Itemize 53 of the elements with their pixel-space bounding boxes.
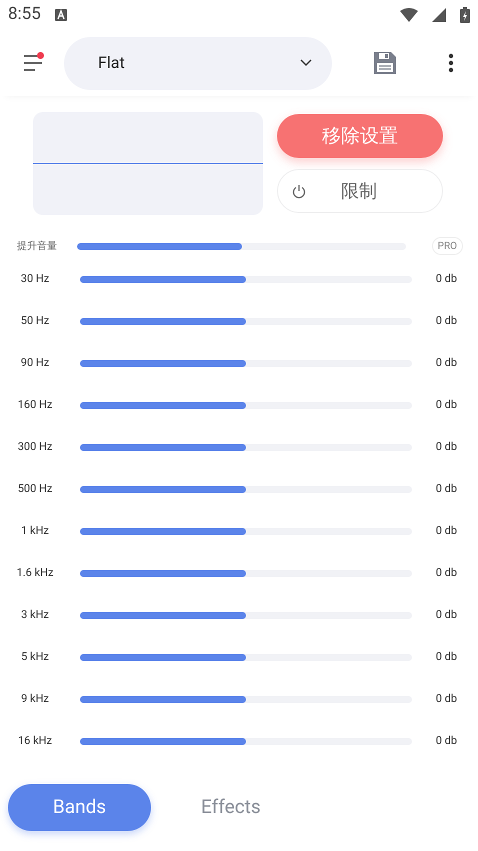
band-slider[interactable] <box>80 528 412 534</box>
band-slider[interactable] <box>80 738 412 744</box>
gain-reading: 0 db <box>436 438 457 455</box>
gain-reading: 0 db <box>436 690 457 707</box>
gain-reading: 0 db <box>436 396 457 413</box>
power-icon <box>292 184 306 198</box>
frequency-label: 30 Hz <box>20 270 50 287</box>
tab[interactable]: Effects <box>201 784 344 831</box>
gain-reading: 0 db <box>436 312 457 329</box>
signal-icon <box>432 8 446 22</box>
band-slider[interactable] <box>80 612 412 618</box>
band-slider[interactable] <box>80 276 412 282</box>
pro-badge: PRO <box>432 237 463 255</box>
limit-button[interactable]: 限制 <box>277 169 443 213</box>
frequency-label: 160 Hz <box>16 396 54 413</box>
status-time: 8:55 <box>8 3 41 26</box>
band-slider[interactable] <box>80 654 412 660</box>
gain-reading: 0 db <box>436 606 457 623</box>
band-slider[interactable] <box>80 318 412 324</box>
band-slider[interactable] <box>80 444 412 450</box>
tab[interactable]: Bands <box>8 784 151 831</box>
frequency-label: 300 Hz <box>16 438 54 455</box>
gain-reading: 0 db <box>436 480 457 497</box>
band-slider[interactable] <box>80 486 412 492</box>
frequency-label: 90 Hz <box>20 354 50 371</box>
more-icon[interactable] <box>448 53 454 73</box>
frequency-label: 1.6 kHz <box>16 564 54 581</box>
gain-reading: 0 db <box>436 564 457 581</box>
save-icon[interactable] <box>374 52 396 74</box>
frequency-label: 16 kHz <box>17 732 53 749</box>
frequency-label: 3 kHz <box>20 606 50 623</box>
band-slider[interactable] <box>80 570 412 576</box>
wifi-icon <box>400 8 418 22</box>
band-slider[interactable] <box>80 696 412 702</box>
frequency-label: 9 kHz <box>20 690 50 707</box>
band-slider[interactable] <box>80 402 412 408</box>
boost-label: 提升音量 <box>17 240 58 254</box>
notification-icon <box>54 9 67 21</box>
gain-reading: 0 db <box>436 270 457 287</box>
frequency-label: 1 kHz <box>20 522 50 539</box>
gain-reading: 0 db <box>436 354 457 371</box>
chevron-down-icon <box>300 59 312 67</box>
battery-icon <box>460 7 470 23</box>
gain-reading: 0 db <box>436 732 457 749</box>
frequency-label: 5 kHz <box>20 648 50 665</box>
boost-slider[interactable] <box>77 242 406 250</box>
frequency-label: 50 Hz <box>20 312 50 329</box>
reset-button[interactable]: 移除设置 <box>277 114 443 158</box>
gain-reading: 0 db <box>436 648 457 665</box>
frequency-label: 500 Hz <box>16 480 54 497</box>
preset-dropdown[interactable]: Flat <box>64 36 332 90</box>
band-slider[interactable] <box>80 360 412 366</box>
gain-reading: 0 db <box>436 522 457 539</box>
